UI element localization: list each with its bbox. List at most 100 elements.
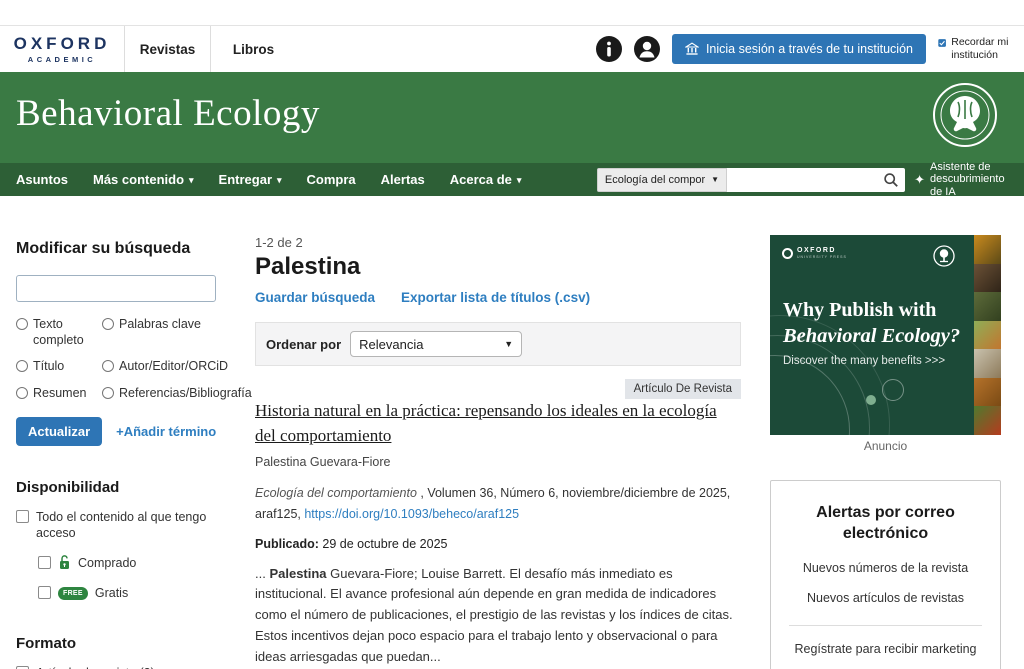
nav-item-alertas[interactable]: Alertas <box>381 172 425 187</box>
chevron-down-icon: ▾ <box>517 175 522 186</box>
result-count: 1-2 de 2 <box>255 235 741 250</box>
radio-autor-editor-orcid-label: Autor/Editor/ORCiD <box>119 359 228 375</box>
nav-item-acerca-de-label: Acerca de <box>450 172 512 187</box>
info-icon[interactable] <box>596 36 622 62</box>
export-csv-link[interactable]: Exportar lista de títulos (.csv) <box>401 290 590 305</box>
academic-logo-text: ACADEMIC <box>28 55 96 64</box>
tab-revistas[interactable]: Revistas <box>124 26 210 72</box>
journal-navbar: Asuntos Más contenido ▾ Entregar ▾ Compr… <box>0 163 1024 196</box>
radio-resumen-label: Resumen <box>33 386 87 402</box>
checkbox-purchased[interactable]: Comprado <box>38 555 218 572</box>
checkbox-all-access-content[interactable]: Todo el contenido al que tengo acceso <box>16 509 218 543</box>
chevron-down-icon: ▾ <box>277 175 282 186</box>
marketing-signup-link[interactable]: Regístrate para recibir marketing <box>785 642 986 656</box>
ad-photo-thumbnail <box>974 378 1001 407</box>
search-area: Ecología del compor ▼ ✦ Asistente de des… <box>597 161 1016 197</box>
radio-referencias-bibliografia[interactable]: Referencias/Bibliografía <box>102 386 252 402</box>
email-alerts-title: Alertas por correo electrónico <box>811 503 961 545</box>
radio-icon[interactable] <box>16 318 28 330</box>
ad-photo-thumbnail <box>974 321 1001 350</box>
account-icon[interactable] <box>634 36 660 62</box>
search-scope-select[interactable]: Ecología del compor ▼ <box>597 168 727 192</box>
radio-autor-editor-orcid[interactable]: Autor/Editor/ORCiD <box>102 359 252 375</box>
published-date: 29 de octubre de 2025 <box>322 537 447 551</box>
update-search-button[interactable]: Actualizar <box>16 417 102 446</box>
radio-icon[interactable] <box>16 387 28 399</box>
save-search-link[interactable]: Guardar búsqueda <box>255 290 375 305</box>
new-articles-alert-link[interactable]: Nuevos artículos de revistas <box>785 591 986 605</box>
journal-banner: Behavioral Ecology <box>0 72 1024 163</box>
ai-discovery-assistant[interactable]: ✦ Asistente de descubrimiento de IA <box>914 161 1016 197</box>
search-field-radios: Texto completo Palabras clave Título Aut… <box>16 317 218 402</box>
search-scope-value: Ecología del compor <box>605 174 705 186</box>
free-badge: FREE <box>58 587 88 600</box>
radio-icon[interactable] <box>102 387 114 399</box>
radio-palabras-clave[interactable]: Palabras clave <box>102 317 252 348</box>
nav-item-acerca-de[interactable]: Acerca de ▾ <box>450 172 522 187</box>
radio-resumen[interactable]: Resumen <box>16 386 98 402</box>
ad-decorative-dot <box>866 395 876 405</box>
isbe-society-logo-icon[interactable] <box>932 82 998 148</box>
radio-titulo[interactable]: Título <box>16 359 98 375</box>
page: OXFORD ACADEMIC Revistas Libros <box>0 0 1024 669</box>
ad-heading-line2: Behavioral Ecology? <box>783 325 960 348</box>
ad-subheading: Discover the many benefits >>> <box>783 355 945 367</box>
article-citation: Ecología del comportamiento , Volumen 36… <box>255 483 741 524</box>
chevron-down-icon: ▾ <box>189 175 194 186</box>
institution-bank-icon <box>685 42 699 56</box>
nav-item-mas-contenido[interactable]: Más contenido ▾ <box>93 172 194 187</box>
nav-item-compra-label: Compra <box>307 172 356 187</box>
checkbox-journal-article-format[interactable]: Artículo de revista (2) <box>16 665 218 669</box>
radio-icon[interactable] <box>102 318 114 330</box>
journal-title[interactable]: Behavioral Ecology <box>16 92 320 135</box>
institution-signin-button[interactable]: Inicia sesión a través de tu institución <box>672 34 926 64</box>
free-label: Gratis <box>95 585 128 602</box>
nav-item-compra[interactable]: Compra <box>307 172 356 187</box>
alerts-divider <box>789 625 982 626</box>
search-icon[interactable] <box>883 172 899 188</box>
radio-palabras-clave-label: Palabras clave <box>119 317 201 333</box>
checkbox-icon[interactable] <box>16 510 29 523</box>
open-lock-icon <box>58 555 71 570</box>
publish-with-journal-ad[interactable]: OXFORD UNIVERSITY PRESS Why Publish with… <box>770 235 1001 435</box>
sidebar-actions: Actualizar +Añadir término <box>16 417 218 446</box>
published-line: Publicado: 29 de octubre de 2025 <box>255 537 741 551</box>
nav-item-asuntos-label: Asuntos <box>16 172 68 187</box>
all-access-label: Todo el contenido al que tengo acceso <box>36 509 218 543</box>
add-term-link[interactable]: +Añadir término <box>116 424 216 439</box>
availability-facet-title: Disponibilidad <box>16 479 218 496</box>
published-label: Publicado: <box>255 537 322 551</box>
nav-item-entregar[interactable]: Entregar ▾ <box>219 172 282 187</box>
ai-assistant-label: Asistente de descubrimiento de IA <box>930 161 1016 197</box>
checkbox-icon[interactable] <box>38 586 51 599</box>
doi-link[interactable]: https://doi.org/10.1093/beheco/araf125 <box>304 507 519 521</box>
search-results-main: 1-2 de 2 Palestina Guardar búsqueda Expo… <box>255 235 741 669</box>
article-title-link[interactable]: Historia natural en la práctica: repensa… <box>255 401 717 445</box>
radio-titulo-label: Título <box>33 359 64 375</box>
refine-search-input[interactable] <box>16 275 216 302</box>
sort-select-value: Relevancia <box>359 337 423 352</box>
new-issues-alert-link[interactable]: Nuevos números de la revista <box>785 561 986 575</box>
snippet-lead: ... <box>255 566 269 581</box>
tab-libros[interactable]: Libros <box>210 26 296 72</box>
nav-item-asuntos[interactable]: Asuntos <box>16 172 68 187</box>
remember-checkbox-checked[interactable] <box>938 36 946 50</box>
radio-icon[interactable] <box>16 360 28 372</box>
ad-photo-thumbnail <box>974 406 1001 435</box>
checkbox-icon[interactable] <box>38 556 51 569</box>
radio-texto-completo[interactable]: Texto completo <box>16 317 98 348</box>
search-input[interactable] <box>727 168 905 192</box>
oxford-academic-logo[interactable]: OXFORD ACADEMIC <box>0 26 124 72</box>
sort-select[interactable]: Relevancia ▼ <box>350 331 522 357</box>
nav-item-entregar-label: Entregar <box>219 172 272 187</box>
result-badge-row: Artículo De Revista <box>255 379 741 399</box>
remember-institution-option[interactable]: Recordar mi institución <box>938 36 1014 61</box>
format-facet-title: Formato <box>16 635 218 652</box>
ad-photo-strip <box>974 235 1001 435</box>
purchased-label: Comprado <box>78 555 136 572</box>
nav-item-alertas-label: Alertas <box>381 172 425 187</box>
article-author: Palestina Guevara-Fiore <box>255 455 741 469</box>
checkbox-free[interactable]: FREE Gratis <box>38 585 218 602</box>
snippet-highlight: Palestina <box>269 566 326 581</box>
radio-icon[interactable] <box>102 360 114 372</box>
